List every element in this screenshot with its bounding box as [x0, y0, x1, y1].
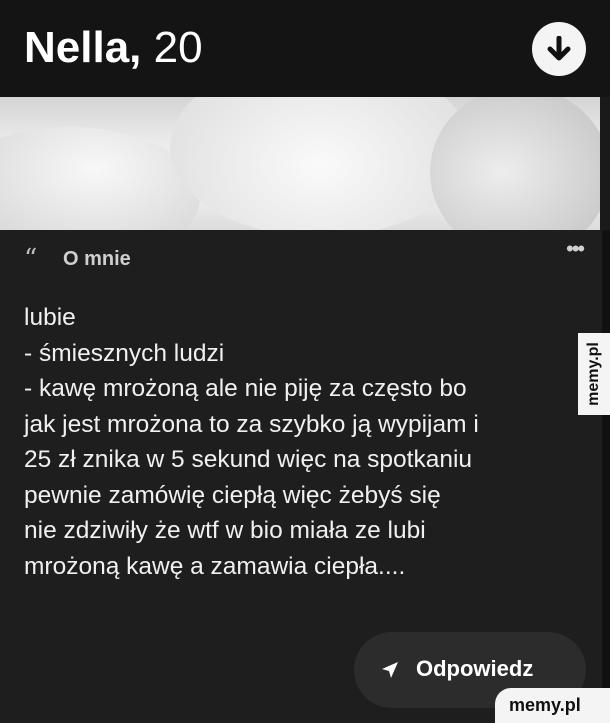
bio-line: - kawę mrożoną ale nie piję za często bo: [24, 375, 467, 402]
bio-line: mrożoną kawę a zamawia ciepła....: [24, 552, 406, 580]
profile-title: Nella, 20: [24, 22, 203, 74]
bio-line: nie zdziwiły że wtf w bio miała ze lubi: [24, 517, 426, 544]
corner-watermark: memy.pl: [495, 688, 610, 723]
about-card: “ O mnie ••• lubie - śmiesznych ludzi - …: [0, 230, 602, 723]
profile-name: Nella,: [24, 23, 142, 72]
side-watermark-text: memy.pl: [585, 342, 602, 406]
profile-age: 20: [153, 23, 203, 72]
reply-label: Odpowiedz: [416, 656, 534, 681]
corner-watermark-text: memy.pl: [509, 695, 581, 715]
profile-header: Nella, 20: [0, 0, 610, 97]
quote-icon: “: [24, 244, 38, 274]
photo-edge: [600, 97, 610, 230]
bio-line: lubie: [24, 304, 76, 331]
side-watermark: memy.pl: [578, 333, 610, 415]
bio-text: lubie - śmiesznych ludzi - kawę mrożoną …: [24, 300, 584, 584]
arrow-down-icon: [547, 36, 571, 61]
bio-line: jak jest mrożona to za szybko ją wypijam…: [24, 410, 479, 438]
more-options-icon[interactable]: •••: [566, 238, 585, 260]
bio-line: - śmiesznych ludzi: [24, 339, 225, 367]
bio-line: 25 zł znika w 5 sekund więc na spotkaniu: [24, 446, 473, 473]
bio-line: pewnie zamówię ciepłą więc żebyś się: [24, 481, 441, 509]
photo-fabric: [430, 97, 610, 230]
profile-photo: [0, 97, 610, 230]
section-label: O mnie: [63, 248, 131, 270]
scroll-down-button[interactable]: [532, 22, 586, 76]
send-icon: [382, 662, 398, 678]
photo-fabric: [170, 97, 470, 230]
